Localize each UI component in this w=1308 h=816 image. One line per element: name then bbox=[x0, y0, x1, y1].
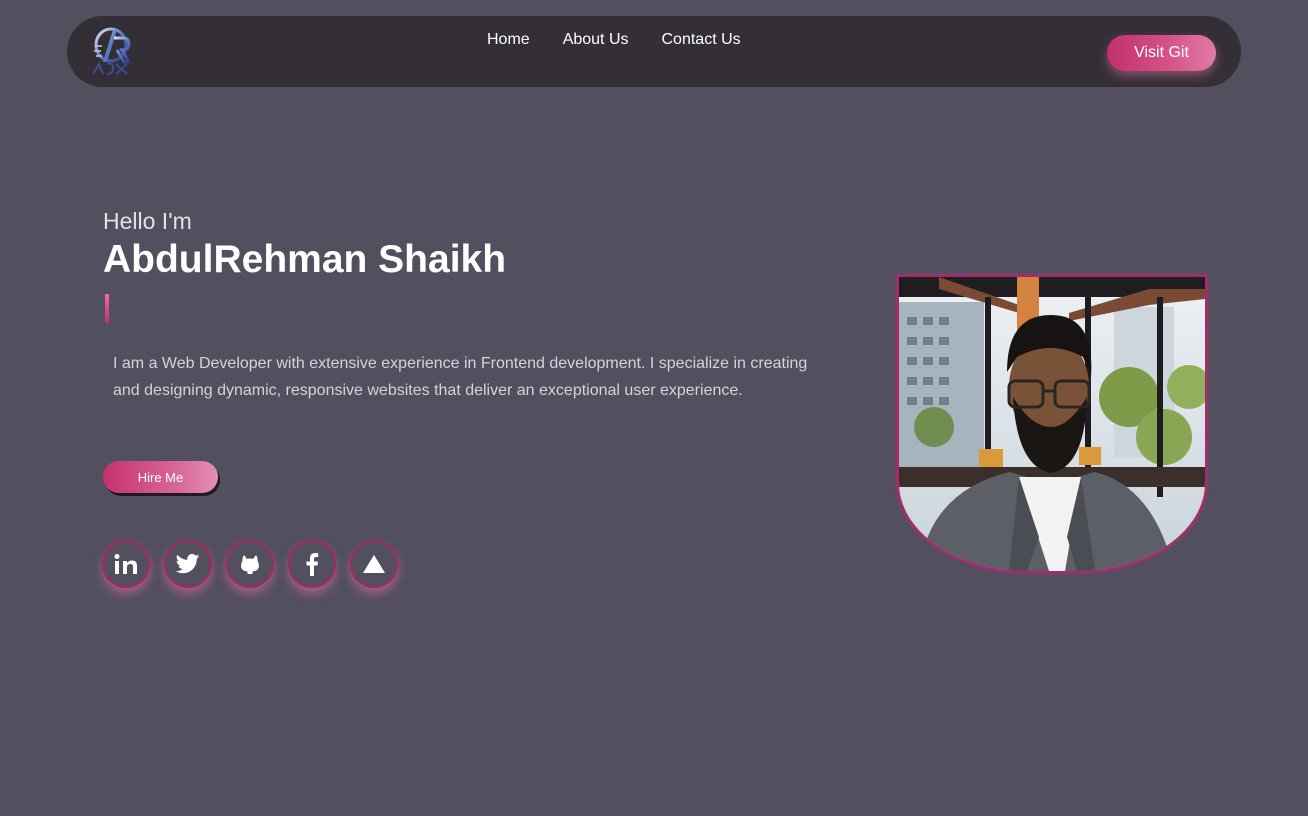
nav-links: Home About Us Contact Us bbox=[487, 31, 741, 49]
nav-link-home[interactable]: Home bbox=[487, 31, 530, 49]
triangle-link[interactable] bbox=[350, 540, 398, 588]
facebook-icon bbox=[306, 553, 319, 576]
github-icon bbox=[241, 555, 259, 574]
linkedin-link[interactable] bbox=[102, 540, 150, 588]
hero-name: AbdulRehman Shaikh bbox=[103, 238, 507, 281]
twitter-link[interactable] bbox=[164, 540, 212, 588]
visit-git-button[interactable]: Visit Git bbox=[1107, 35, 1216, 71]
github-link[interactable] bbox=[226, 540, 274, 588]
typing-cursor bbox=[105, 294, 109, 323]
bio-text: I am a Web Developer with extensive expe… bbox=[113, 355, 808, 399]
twitter-icon bbox=[176, 554, 200, 574]
linkedin-icon bbox=[114, 554, 137, 574]
facebook-link[interactable] bbox=[288, 540, 336, 588]
nav-link-about-us[interactable]: About Us bbox=[563, 31, 629, 49]
profile-photo bbox=[899, 277, 1205, 571]
hire-me-button[interactable]: Hire Me bbox=[103, 461, 218, 493]
triangle-up-icon bbox=[363, 555, 385, 573]
nav-link-contact-us[interactable]: Contact Us bbox=[662, 31, 741, 49]
social-links bbox=[102, 540, 398, 588]
greeting-text: Hello I'm bbox=[103, 208, 192, 234]
navbar: Home About Us Contact Us Visit Git bbox=[67, 16, 1241, 87]
logo-icon[interactable] bbox=[89, 24, 133, 78]
